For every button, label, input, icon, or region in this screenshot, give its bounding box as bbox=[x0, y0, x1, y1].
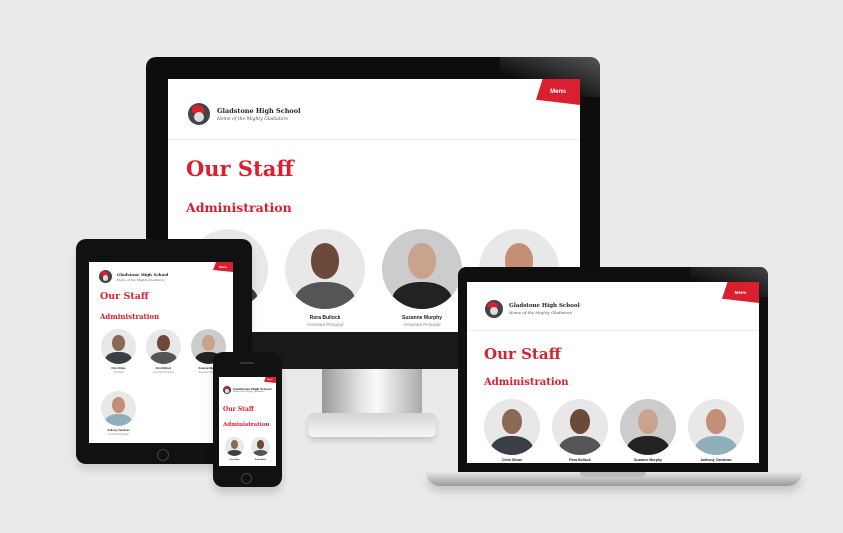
laptop-staff-photo-3 bbox=[620, 399, 676, 455]
laptop-section-title: Administration bbox=[484, 377, 569, 388]
staff-role-2: Assistant Principal bbox=[306, 322, 344, 327]
laptop-school-name: Gladstone High School bbox=[509, 303, 580, 309]
page-title: Our Staff bbox=[186, 156, 294, 181]
tablet-staff-name-4: Anthony Cardenas bbox=[107, 429, 130, 432]
desktop-stand-base bbox=[308, 413, 436, 437]
laptop-menu-label: Menu bbox=[734, 290, 747, 295]
staff-role-3: Assistant Principal bbox=[403, 322, 441, 327]
tablet-staff-role-2: Assistant Principal bbox=[153, 371, 174, 374]
tablet-screen: Menu Gladstone High School Home of the M… bbox=[89, 262, 233, 443]
tablet-school-logo-icon bbox=[99, 270, 112, 283]
tablet-staff-role-1: Principal bbox=[113, 371, 124, 374]
tablet-site-brand[interactable]: Gladstone High School Home of the Mighty… bbox=[99, 270, 168, 283]
laptop-screen: Menu Gladstone High School Home of the M… bbox=[467, 282, 759, 463]
tablet-staff-photo-2 bbox=[146, 329, 181, 364]
school-tagline: Home of the Mighty Gladiators bbox=[217, 116, 288, 122]
section-title: Administration bbox=[186, 200, 292, 215]
laptop-staff-name-3: Suzanne Murphy bbox=[633, 458, 662, 462]
tablet-school-tagline: Home of the Mighty Gladiators bbox=[117, 277, 165, 282]
laptop-page-title: Our Staff bbox=[484, 345, 561, 363]
phone-staff-name-1: Chris Silvas bbox=[229, 459, 240, 461]
staff-photo-2 bbox=[285, 229, 365, 309]
menu-label: Menu bbox=[550, 89, 566, 95]
school-logo-icon bbox=[188, 103, 210, 125]
laptop-header-divider bbox=[467, 330, 759, 331]
staff-name-2: Rora Bullock bbox=[309, 315, 341, 321]
tablet-staff-name-2: Rora Bullock bbox=[155, 367, 172, 370]
desktop-stand bbox=[322, 369, 422, 417]
tablet-school-name: Gladstone High School bbox=[117, 271, 169, 277]
laptop-site-brand[interactable]: Gladstone High School Home of the Mighty… bbox=[485, 300, 580, 318]
phone-page-title: Our Staff bbox=[223, 406, 254, 413]
phone-screen: Menu Gladstone High School Home of the M… bbox=[219, 377, 276, 466]
phone-staff-photo-1 bbox=[225, 437, 244, 456]
tablet-staff-name-1: Chris Silvas bbox=[111, 367, 126, 370]
laptop-staff-name-1: Chris Silvas bbox=[501, 458, 523, 462]
laptop-staff-name-4: Anthony Cardenas bbox=[700, 458, 732, 462]
menu-button[interactable]: Menu bbox=[536, 79, 580, 105]
staff-photo-3 bbox=[382, 229, 462, 309]
tablet-home-button bbox=[157, 449, 169, 461]
staff-name-3: Suzanne Murphy bbox=[401, 315, 442, 321]
phone-section-title: Administration bbox=[223, 422, 270, 428]
phone-site-brand[interactable]: Gladstone High School Home of the Mighty… bbox=[223, 386, 272, 394]
laptop-notch bbox=[580, 472, 646, 477]
phone-home-button bbox=[241, 473, 252, 484]
phone-school-tagline: Home of the Mighty Gladiators bbox=[233, 391, 265, 393]
laptop-staff-photo-4 bbox=[688, 399, 744, 455]
header-divider bbox=[168, 139, 580, 140]
school-name: Gladstone High School bbox=[217, 106, 301, 115]
tablet-staff-role-4: Assistant Principal bbox=[108, 433, 129, 436]
phone-school-logo-icon bbox=[223, 386, 231, 394]
phone-menu-label: Menu bbox=[267, 379, 273, 381]
tablet-menu-button[interactable]: Menu bbox=[213, 262, 233, 272]
tablet-page-title: Our Staff bbox=[100, 291, 149, 302]
site-brand[interactable]: Gladstone High School Home of the Mighty… bbox=[188, 103, 301, 125]
phone-speaker bbox=[240, 362, 254, 364]
phone-staff-photo-2 bbox=[251, 437, 270, 456]
tablet-staff-photo-4 bbox=[101, 391, 136, 426]
laptop-staff-photo-2 bbox=[552, 399, 608, 455]
tablet-menu-label: Menu bbox=[219, 265, 227, 269]
laptop-school-tagline: Home of the Mighty Gladiators bbox=[509, 310, 573, 315]
phone-staff-name-2: Rora Bullock bbox=[254, 459, 267, 461]
tablet-staff-photo-1 bbox=[101, 329, 136, 364]
laptop-menu-button[interactable]: Menu bbox=[722, 282, 759, 303]
laptop-staff-photo-1 bbox=[484, 399, 540, 455]
laptop-school-logo-icon bbox=[485, 300, 503, 318]
laptop-staff-name-2: Rora Bullock bbox=[569, 458, 591, 462]
tablet-section-title: Administration bbox=[100, 312, 160, 321]
phone-menu-button[interactable]: Menu bbox=[264, 377, 276, 383]
